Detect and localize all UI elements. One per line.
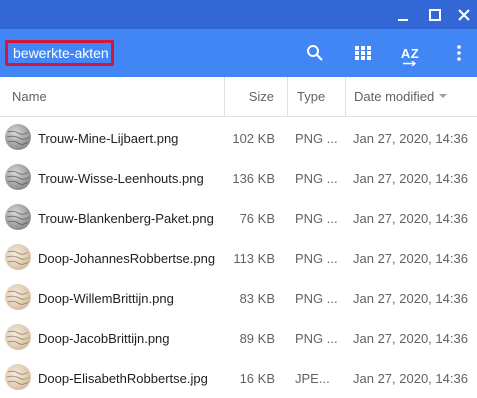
file-thumbnail <box>5 204 31 230</box>
file-date-modified: Jan 27, 2020, 14:36 <box>353 130 468 146</box>
column-header-date-label: Date modified <box>354 89 435 104</box>
file-row[interactable]: Doop-JacobBrittijn.png 89 KB PNG ... Jan 27… <box>0 318 477 358</box>
file-type: PNG ... <box>295 330 338 346</box>
column-header-name-label: Name <box>12 89 47 104</box>
file-size: 102 KB <box>232 130 275 146</box>
file-name: Doop-JacobBrittijn.png <box>38 330 170 346</box>
column-header-size-label: Size <box>248 89 274 104</box>
file-date-modified: Jan 27, 2020, 14:36 <box>353 250 468 266</box>
sort-icon: AZ <box>400 45 420 66</box>
column-header-type[interactable]: Type <box>287 77 345 116</box>
file-size: 83 KB <box>239 290 275 306</box>
file-date-modified: Jan 27, 2020, 14:36 <box>353 170 468 186</box>
maximize-button[interactable] <box>420 0 450 29</box>
file-name: Doop-JohannesRobbertse.png <box>38 250 216 266</box>
file-row[interactable]: Doop-ElisabethRobbertse.jpg 16 KB JPE... Ja… <box>0 358 477 398</box>
file-size: 113 KB <box>233 250 275 266</box>
grid-view-icon <box>355 46 371 60</box>
more-options-button[interactable] <box>443 37 475 69</box>
file-row[interactable]: Trouw-Wisse-Leenhouts.png 136 KB PNG ... Ja… <box>0 158 477 198</box>
column-header-date[interactable]: Date modified <box>345 77 477 116</box>
minimize-button[interactable] <box>388 0 418 29</box>
sort-descending-icon <box>439 94 448 98</box>
file-thumbnail <box>5 284 31 310</box>
column-header-name[interactable]: Name <box>12 77 223 116</box>
search-icon <box>307 45 323 61</box>
file-date-modified: Jan 27, 2020, 14:36 <box>353 330 468 346</box>
window-titlebar <box>0 0 477 29</box>
maximize-icon <box>429 8 441 21</box>
file-size: 136 KB <box>232 170 275 186</box>
folder-title[interactable]: bewerkte-akten <box>5 40 114 66</box>
file-type: PNG ... <box>295 250 338 266</box>
file-size: 89 KB <box>239 330 275 346</box>
file-row[interactable]: Trouw-Blankenberg-Paket.png 76 KB PNG ... J… <box>0 198 477 238</box>
column-header-size[interactable]: Size <box>224 77 287 116</box>
file-type: PNG ... <box>295 210 338 226</box>
file-size: 76 KB <box>239 210 275 226</box>
file-type: PNG ... <box>295 290 338 306</box>
file-row[interactable]: Doop-JohannesRobbertse.png 113 KB PNG ... J… <box>0 238 477 278</box>
file-date-modified: Jan 27, 2020, 14:36 <box>353 370 468 386</box>
file-name: Trouw-Wisse-Leenhouts.png <box>38 170 204 186</box>
file-size: 16 KB <box>239 370 275 386</box>
file-type: JPE... <box>295 370 330 386</box>
app-bar: bewerkte-akten AZ <box>0 29 477 77</box>
file-date-modified: Jan 27, 2020, 14:36 <box>353 290 468 306</box>
grid-view-button[interactable] <box>347 37 379 69</box>
file-row[interactable]: Trouw-Mine-Lijbaert.png 102 KB PNG ... Jan … <box>0 118 477 158</box>
more-vert-icon <box>457 45 461 61</box>
minimize-icon <box>398 18 408 21</box>
file-name: Doop-WillemBrittijn.png <box>38 290 174 306</box>
close-icon <box>458 8 470 21</box>
column-header-row: Name Size Type Date modified <box>0 77 477 117</box>
sort-button[interactable]: AZ <box>394 37 426 69</box>
file-thumbnail <box>5 244 31 270</box>
file-row[interactable]: Doop-WillemBrittijn.png 83 KB PNG ... Jan 2… <box>0 278 477 318</box>
file-thumbnail <box>5 124 31 150</box>
sort-label: AZ <box>400 45 420 61</box>
file-type: PNG ... <box>295 130 338 146</box>
file-date-modified: Jan 27, 2020, 14:36 <box>353 210 468 226</box>
column-header-type-label: Type <box>297 89 326 104</box>
file-thumbnail <box>5 364 31 390</box>
file-name: Doop-ElisabethRobbertse.jpg <box>38 370 208 386</box>
file-name: Trouw-Mine-Lijbaert.png <box>38 130 179 146</box>
file-name: Trouw-Blankenberg-Paket.png <box>38 210 214 226</box>
file-thumbnail <box>5 324 31 350</box>
file-thumbnail <box>5 164 31 190</box>
search-button[interactable] <box>299 37 331 69</box>
close-button[interactable] <box>449 0 477 29</box>
file-type: PNG ... <box>295 170 338 186</box>
